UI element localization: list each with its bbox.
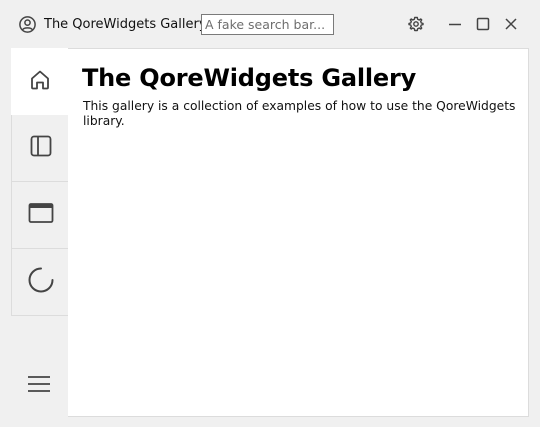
- maximize-icon[interactable]: [473, 14, 493, 34]
- page-title: The QoreWidgets Gallery: [82, 64, 417, 92]
- window-title: The QoreWidgets Gallery: [44, 17, 207, 32]
- hamburger-menu-icon[interactable]: [27, 375, 51, 393]
- search-input[interactable]: [201, 14, 334, 35]
- sidebar-item-windows[interactable]: [11, 182, 69, 249]
- home-icon: [28, 68, 52, 96]
- window-icon: [28, 202, 54, 228]
- sidebar-item-spinners[interactable]: [11, 249, 69, 316]
- spinner-icon: [27, 266, 55, 298]
- page-description: This gallery is a collection of examples…: [83, 99, 516, 128]
- minimize-icon[interactable]: [445, 14, 465, 34]
- sidebar-panel-icon: [29, 134, 53, 162]
- sidebar-nav: [0, 48, 69, 417]
- close-icon[interactable]: [501, 14, 521, 34]
- person-circle-icon: [18, 15, 37, 34]
- gear-icon[interactable]: [406, 14, 426, 34]
- sidebar-item-panels[interactable]: [11, 115, 69, 182]
- app-window: The QoreWidgets Gallery A fake search ba…: [0, 0, 540, 427]
- sidebar-item-home[interactable]: [11, 48, 69, 115]
- content-panel: The QoreWidgets Gallery This gallery is …: [68, 48, 529, 417]
- title-bar[interactable]: The QoreWidgets Gallery: [0, 0, 540, 48]
